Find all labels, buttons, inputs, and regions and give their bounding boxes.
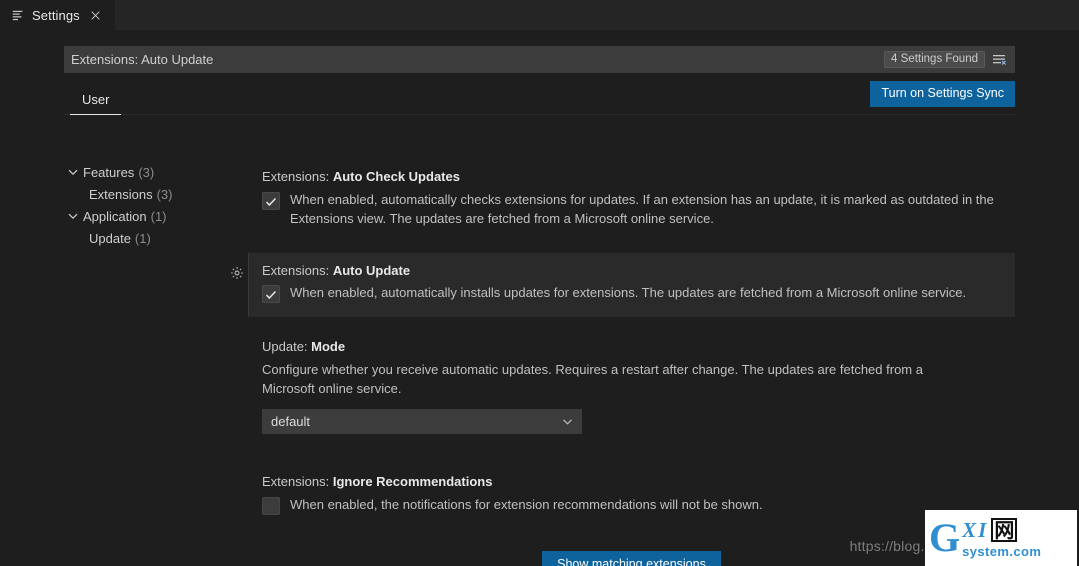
setting-description: Configure whether you receive automatic … — [262, 362, 923, 397]
setting-title-prefix: Extensions: — [262, 169, 333, 184]
setting-title-name: Ignore Recommendations — [332, 474, 493, 490]
show-matching-extensions-button[interactable]: Show matching extensions — [542, 550, 721, 566]
toc-item-label: Application — [83, 208, 147, 224]
search-input-value: Extensions: Auto Update — [71, 52, 214, 67]
update-mode-select-value: default — [271, 414, 311, 430]
toc-item-count: (1) — [150, 208, 167, 224]
setting-title-name: Auto Check Updates — [332, 169, 460, 184]
tab-settings[interactable]: Settings — [0, 0, 116, 30]
setting-control-line: When enabled, automatically checks exten… — [262, 191, 1001, 229]
check-icon — [265, 195, 277, 207]
chevron-down-icon[interactable] — [66, 165, 80, 179]
settings-list-icon — [11, 8, 25, 22]
editor-tab-bar: Settings — [0, 0, 1079, 31]
settings-found-badge: 4 Settings Found — [884, 51, 985, 68]
settings-search-row: Extensions: Auto Update 4 Settings Found — [64, 46, 1015, 73]
toc-item-label: Features — [83, 164, 135, 180]
logo-xi-text: XI — [962, 517, 989, 542]
close-icon[interactable] — [87, 6, 105, 24]
toc-item-count: (3) — [138, 164, 155, 180]
toc-item-extensions[interactable]: Extensions (3) — [58, 183, 238, 205]
toc-item-label: Update — [89, 230, 131, 246]
toc-item-count: (3) — [156, 186, 173, 202]
logo-cn-char: 网 — [991, 518, 1018, 542]
setting-row-ignore-recommendations[interactable]: Extensions: Ignore Recommendations When … — [248, 466, 1015, 525]
setting-title: Extensions: Ignore Recommendations — [262, 474, 1001, 491]
setting-title-prefix: Update: — [262, 339, 312, 355]
setting-title: Extensions: Auto Check Updates — [262, 169, 1001, 186]
setting-title-name: Mode — [311, 339, 346, 355]
setting-row-update-mode[interactable]: Update: Mode Configure whether you recei… — [248, 331, 1015, 444]
setting-control-line: When enabled, the notifications for exte… — [262, 496, 1001, 515]
toc-item-update[interactable]: Update (1) — [58, 227, 238, 249]
chevron-down-icon — [561, 415, 574, 428]
search-input[interactable]: Extensions: Auto Update 4 Settings Found — [64, 46, 1015, 73]
update-mode-select[interactable]: default — [262, 409, 582, 435]
toc-item-application[interactable]: Application (1) — [58, 205, 238, 227]
checkbox-auto-update[interactable] — [262, 285, 280, 304]
tab-user[interactable]: User — [70, 83, 122, 115]
checkbox-auto-check-updates[interactable] — [262, 191, 280, 210]
setting-description: When enabled, the notifications for exte… — [290, 496, 763, 512]
settings-toc: Features (3) Extensions (3) Application … — [58, 161, 238, 249]
chevron-down-icon[interactable] — [66, 209, 80, 223]
setting-row-auto-check-updates[interactable]: Extensions: Auto Check Updates When enab… — [248, 161, 1015, 239]
clear-filter-icon[interactable] — [991, 51, 1008, 68]
setting-title: Extensions: Auto Update — [262, 263, 1001, 280]
watermark-logo: G XI 网 system.com — [925, 510, 1077, 566]
setting-title-name: Auto Update — [332, 262, 411, 278]
setting-title-prefix: Extensions: — [262, 474, 333, 490]
logo-text-group: XI 网 system.com — [962, 518, 1041, 559]
checkbox-ignore-recommendations[interactable] — [262, 496, 280, 515]
turn-on-settings-sync-button[interactable]: Turn on Settings Sync — [870, 81, 1015, 107]
setting-title-prefix: Extensions: — [262, 262, 333, 278]
settings-editor: Extensions: Auto Update 4 Settings Found… — [0, 31, 1079, 566]
check-icon — [265, 288, 277, 300]
logo-letter-g: G — [929, 515, 961, 560]
gear-icon[interactable] — [230, 266, 244, 280]
settings-header-row: User Turn on Settings Sync — [64, 81, 1015, 115]
setting-description: When enabled, automatically checks exten… — [290, 191, 994, 226]
tab-bar-empty-area — [115, 0, 1079, 30]
toc-item-label: Extensions — [89, 186, 153, 202]
toc-item-features[interactable]: Features (3) — [58, 161, 238, 183]
tab-user-label: User — [82, 91, 110, 107]
tab-label: Settings — [32, 7, 80, 23]
setting-row-auto-update[interactable]: Extensions: Auto Update When enabled, au… — [231, 252, 1015, 318]
setting-description: When enabled, automatically installs upd… — [290, 285, 967, 301]
toc-item-count: (1) — [134, 230, 151, 246]
logo-subtitle: system.com — [962, 543, 1042, 559]
logo-top-row: XI 网 — [962, 518, 1041, 543]
setting-title: Update: Mode — [262, 339, 1001, 356]
settings-list: Extensions: Auto Check Updates When enab… — [231, 161, 1015, 566]
setting-control-line: When enabled, automatically installs upd… — [262, 284, 1001, 304]
